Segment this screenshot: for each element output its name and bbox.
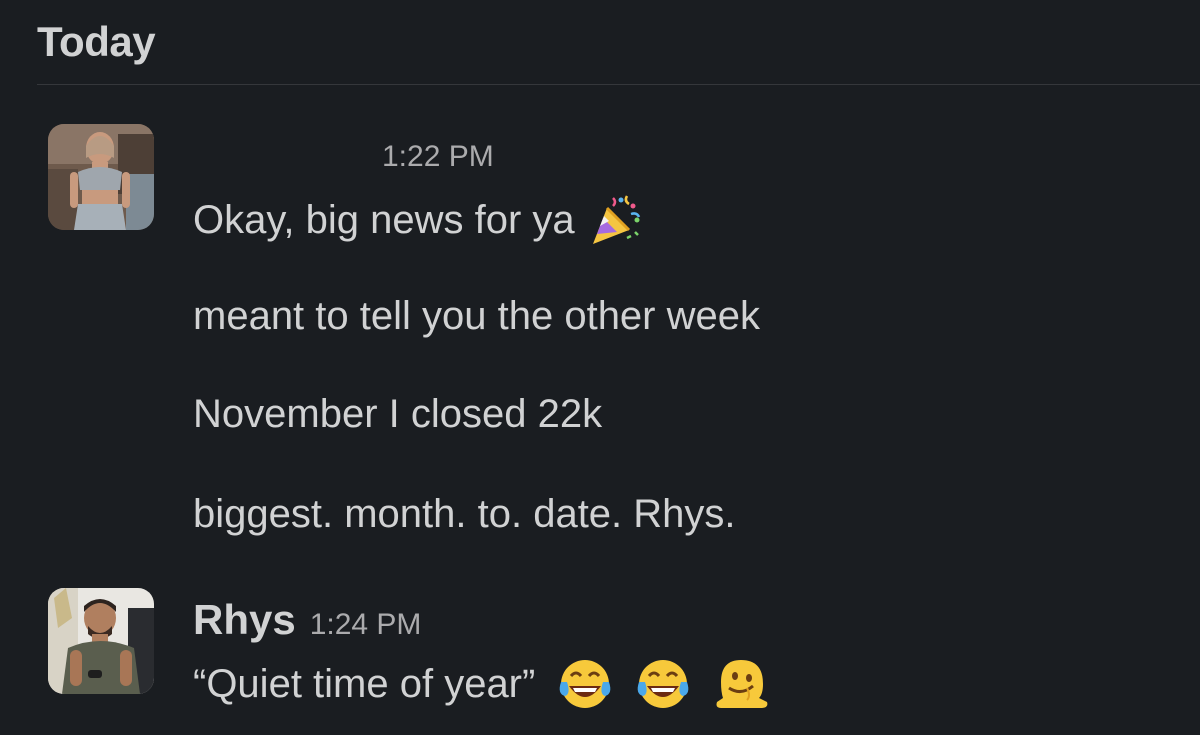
day-header: Today <box>37 18 156 65</box>
tears-of-joy-icon <box>557 656 613 712</box>
day-divider <box>37 84 1200 85</box>
message-line: “Quiet time of year” <box>193 662 536 706</box>
avatar[interactable] <box>48 588 154 694</box>
sender-name[interactable]: Rhys <box>193 594 296 646</box>
melting-face-icon <box>713 656 769 712</box>
message-timestamp[interactable]: 1:22 PM <box>382 137 494 177</box>
sender-row: Rhys 1:24 PM <box>193 594 421 646</box>
message-text: “Quiet time of year” <box>193 656 769 712</box>
message-line: biggest. month. to. date. Rhys. <box>193 492 736 536</box>
tears-of-joy-icon <box>635 656 691 712</box>
message-line: November I closed 22k <box>193 392 603 436</box>
party-popper-icon <box>587 192 643 248</box>
avatar-woman-photo <box>48 124 154 230</box>
avatar[interactable] <box>48 124 154 230</box>
message-text: Okay, big news for ya <box>193 192 643 248</box>
avatar-man-photo <box>48 588 154 694</box>
message-line: Okay, big news for ya <box>193 198 575 242</box>
message-timestamp[interactable]: 1:24 PM <box>310 605 422 645</box>
message-line: meant to tell you the other week <box>193 294 760 338</box>
